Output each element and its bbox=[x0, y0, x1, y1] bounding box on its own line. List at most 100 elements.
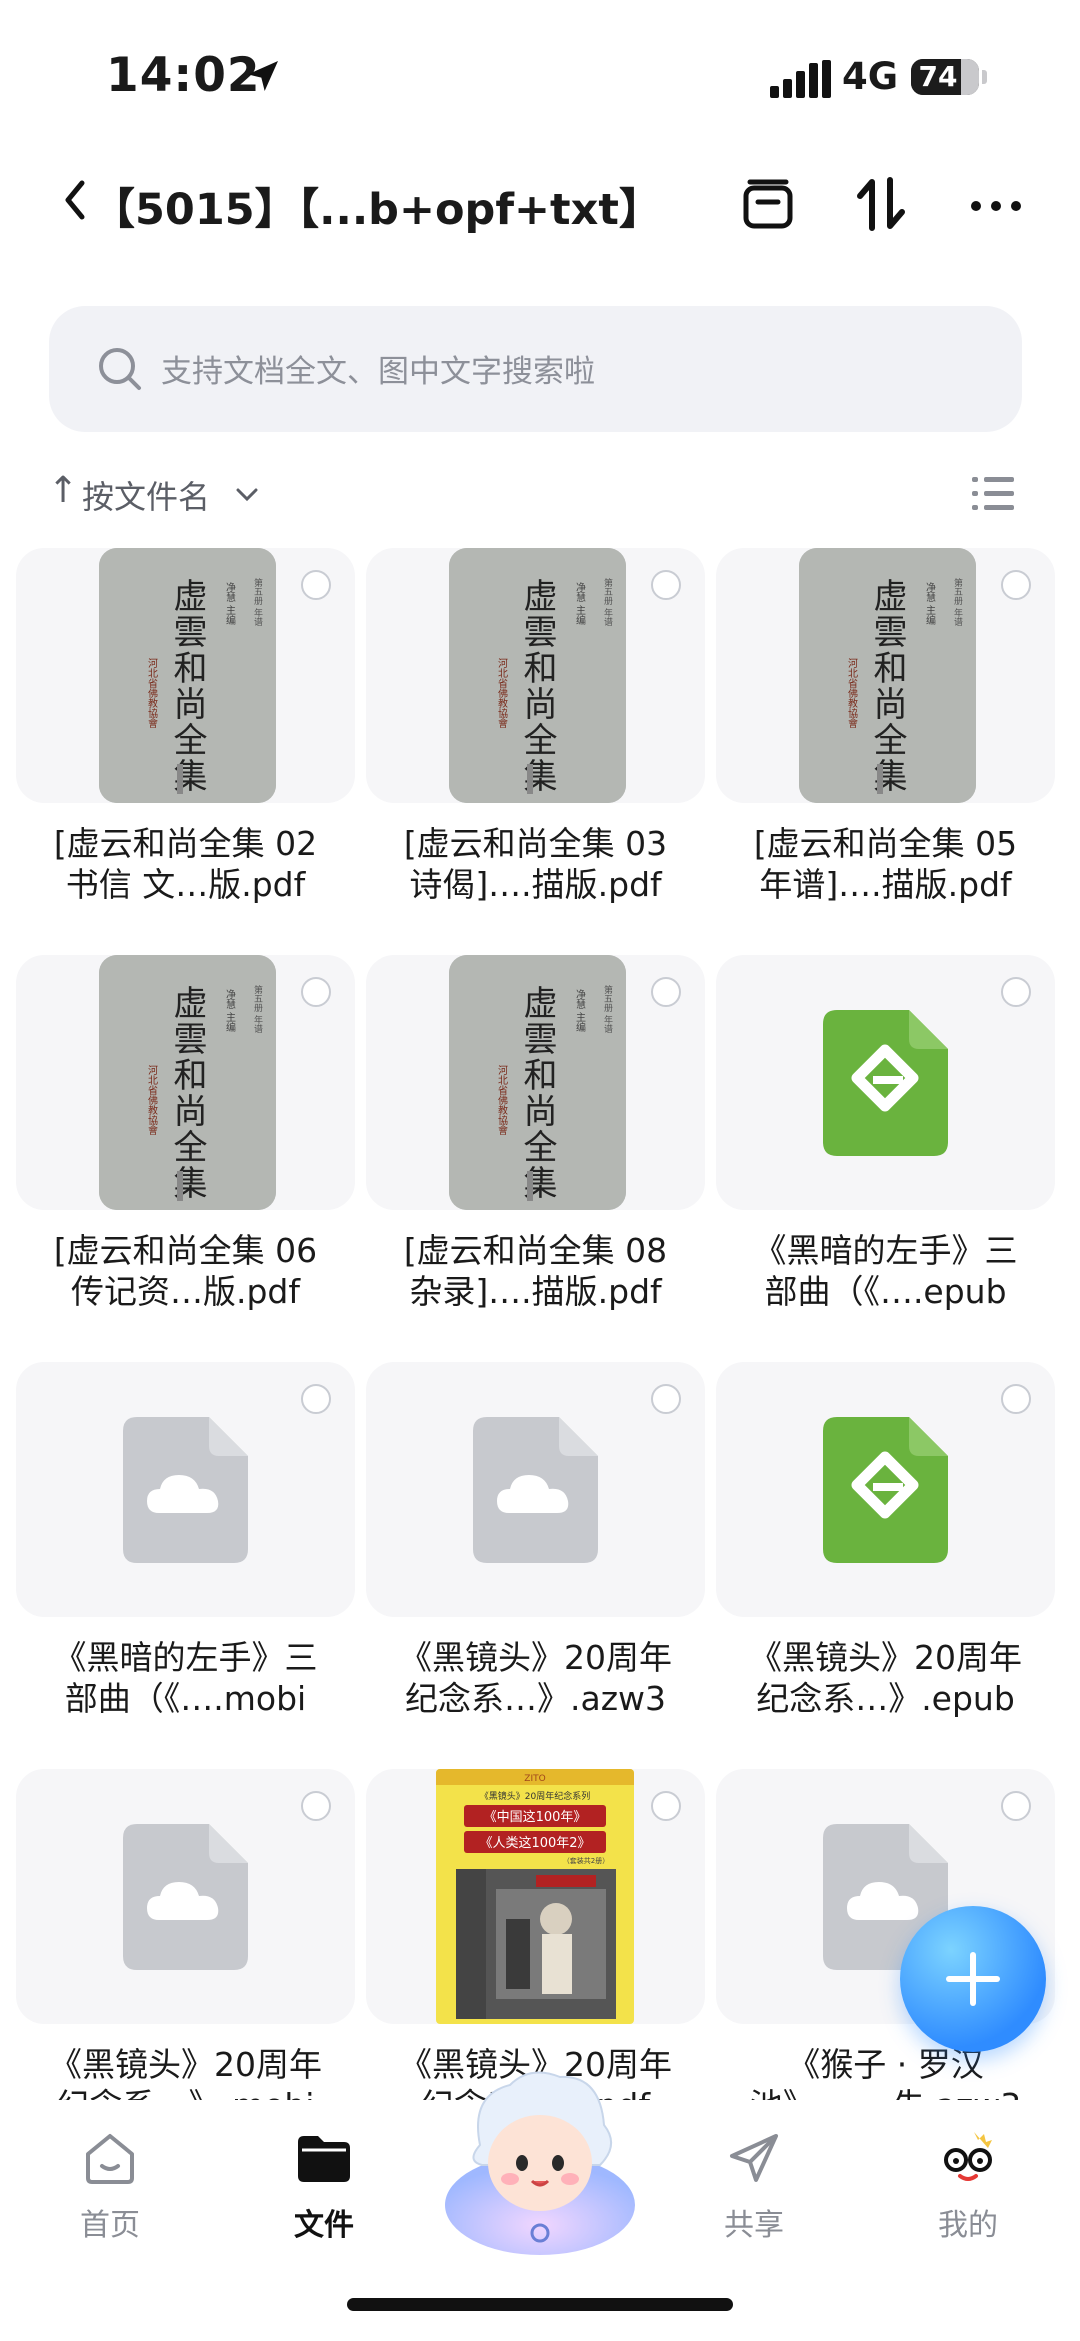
file-name-line: [虚云和尚全集 06 bbox=[53, 1231, 318, 1270]
svg-text:净慧 主编: 净慧 主编 bbox=[224, 581, 236, 626]
file-name: 《黑暗的左手》三 部曲（《….mobi bbox=[16, 1637, 355, 1719]
mascot-assistant-icon[interactable] bbox=[440, 2055, 640, 2255]
file-name-line: 《黑镜头》20周年 bbox=[749, 1638, 1022, 1677]
file-thumbnail: ZITO 《黑镜头》20周年纪念系列 《中国这100年》 《人类这100年2》 … bbox=[366, 1769, 705, 2024]
status-bar: 14:02 4G 74 bbox=[0, 0, 1080, 150]
page-title: 【5015】【...b+opf+txt】 bbox=[92, 185, 662, 235]
file-thumbnail: 第五册 年谱 虚雲和尚全集 净慧 主编 河北省佛教協會 bbox=[16, 955, 355, 1210]
file-name: [虚云和尚全集 05 年谱]….描版.pdf bbox=[716, 823, 1055, 905]
tab-home[interactable]: 首页 bbox=[40, 2100, 180, 2250]
svg-text:净慧 主编: 净慧 主编 bbox=[924, 581, 936, 626]
select-checkbox[interactable] bbox=[301, 977, 331, 1007]
file-name-line: 诗偈]….描版.pdf bbox=[409, 865, 662, 904]
archive-icon[interactable] bbox=[738, 174, 798, 234]
more-icon[interactable] bbox=[966, 174, 1026, 234]
status-time: 14:02 bbox=[106, 48, 261, 103]
select-checkbox[interactable] bbox=[301, 1384, 331, 1414]
folder-icon bbox=[298, 2136, 350, 2182]
plus-icon bbox=[946, 1952, 1000, 2006]
select-checkbox[interactable] bbox=[301, 570, 331, 600]
select-checkbox[interactable] bbox=[651, 570, 681, 600]
back-icon[interactable] bbox=[56, 175, 92, 225]
svg-text:第五册 年谱: 第五册 年谱 bbox=[602, 577, 613, 627]
file-thumbnail: 第五册 年谱 虚雲和尚全集 净慧 主编 河北省佛教協會 bbox=[16, 548, 355, 803]
search-input[interactable]: 支持文档全文、图中文字搜索啦 bbox=[49, 306, 1022, 432]
file-thumbnail: 第五册 年谱 虚雲和尚全集 净慧 主编 河北省佛教協會 bbox=[366, 548, 705, 803]
select-checkbox[interactable] bbox=[301, 1791, 331, 1821]
battery-icon: 74 bbox=[911, 59, 979, 95]
tab-label: 我的 bbox=[938, 2208, 998, 2243]
file-name-line: 《黑镜头》20周年 bbox=[399, 1638, 672, 1677]
svg-text:河北省佛教協會: 河北省佛教協會 bbox=[146, 658, 158, 728]
svg-text:净慧 主编: 净慧 主编 bbox=[574, 581, 586, 626]
book-cover-thumbnail: 第五册 年谱 虚雲和尚全集 净慧 主编 河北省佛教協會 bbox=[99, 955, 276, 1210]
file-name-line: 纪念系…》.azw3 bbox=[404, 1679, 667, 1718]
file-name-line: 年谱]….描版.pdf bbox=[759, 865, 1012, 904]
signal-icon bbox=[770, 60, 831, 98]
book-cover-thumbnail: 第五册 年谱 虚雲和尚全集 净慧 主编 河北省佛教協會 bbox=[99, 548, 276, 803]
file-name-line: 《猴子 · 罗汉 bbox=[787, 2045, 984, 2084]
file-name-line: 《黑暗的左手》三 bbox=[753, 1231, 1018, 1270]
cloud-doc-icon bbox=[123, 1824, 248, 1970]
file-name-line: 部曲（《….epub bbox=[764, 1272, 1007, 1311]
tab-label: 共享 bbox=[724, 2208, 784, 2243]
battery-level: 74 bbox=[918, 60, 958, 93]
select-checkbox[interactable] bbox=[1001, 1384, 1031, 1414]
svg-text:《黑镜头》20周年纪念系列: 《黑镜头》20周年纪念系列 bbox=[480, 1790, 590, 1802]
file-name: [虚云和尚全集 02 书信 文…版.pdf bbox=[16, 823, 355, 905]
svg-text:第五册 年谱: 第五册 年谱 bbox=[252, 984, 263, 1034]
file-name: [虚云和尚全集 03 诗偈]….描版.pdf bbox=[366, 823, 705, 905]
select-checkbox[interactable] bbox=[651, 977, 681, 1007]
add-button[interactable] bbox=[900, 1906, 1046, 2052]
book-cover-thumbnail: 第五册 年谱 虚雲和尚全集 净慧 主编 河北省佛教協會 bbox=[799, 548, 976, 803]
select-checkbox[interactable] bbox=[1001, 1791, 1031, 1821]
sort-order-icon[interactable] bbox=[852, 174, 912, 234]
svg-text:河北省佛教協會: 河北省佛教協會 bbox=[496, 658, 508, 728]
file-thumbnail bbox=[716, 955, 1055, 1210]
select-checkbox[interactable] bbox=[1001, 570, 1031, 600]
sort-direction-icon: ↑ bbox=[48, 470, 79, 511]
select-checkbox[interactable] bbox=[651, 1384, 681, 1414]
select-checkbox[interactable] bbox=[1001, 977, 1031, 1007]
home-icon bbox=[86, 2134, 134, 2184]
location-arrow-icon bbox=[248, 61, 278, 91]
file-name: 《黑镜头》20周年 纪念系…》.azw3 bbox=[366, 1637, 705, 1719]
file-thumbnail bbox=[16, 1362, 355, 1617]
svg-text:虚雲和尚全集: 虚雲和尚全集 bbox=[517, 985, 557, 1201]
tab-share[interactable]: 共享 bbox=[684, 2100, 824, 2250]
epub-icon bbox=[823, 1010, 948, 1156]
file-name: [虚云和尚全集 06 传记资…版.pdf bbox=[16, 1230, 355, 1312]
select-checkbox[interactable] bbox=[651, 1791, 681, 1821]
tab-profile[interactable]: 我的 bbox=[898, 2100, 1038, 2250]
svg-text:《人类这100年2》: 《人类这100年2》 bbox=[479, 1835, 590, 1851]
network-type: 4G bbox=[842, 55, 899, 98]
file-thumbnail: 第五册 年谱 虚雲和尚全集 净慧 主编 河北省佛教協會 bbox=[716, 548, 1055, 803]
file-name-line: [虚云和尚全集 08 bbox=[403, 1231, 668, 1270]
svg-text:虚雲和尚全集: 虚雲和尚全集 bbox=[867, 578, 907, 794]
file-name: 《黑暗的左手》三 部曲（《….epub bbox=[716, 1230, 1055, 1312]
svg-text:（套装共2册）: （套装共2册） bbox=[563, 1856, 609, 1865]
file-name-line: [虚云和尚全集 03 bbox=[403, 824, 668, 863]
share-icon bbox=[730, 2134, 778, 2182]
epub-icon bbox=[823, 1417, 948, 1563]
svg-text:第五册 年谱: 第五册 年谱 bbox=[252, 577, 263, 627]
file-name-line: 纪念系…》.epub bbox=[756, 1679, 1015, 1718]
file-name: 《黑镜头》20周年 纪念系…》.epub bbox=[716, 1637, 1055, 1719]
list-view-icon[interactable] bbox=[970, 471, 1016, 517]
svg-text:《中国这100年》: 《中国这100年》 bbox=[484, 1809, 587, 1825]
file-name: [虚云和尚全集 08 杂录]….描版.pdf bbox=[366, 1230, 705, 1312]
svg-text:第五册 年谱: 第五册 年谱 bbox=[602, 984, 613, 1034]
file-name-line: 部曲（《….mobi bbox=[64, 1679, 307, 1718]
file-name-line: 《黑镜头》20周年 bbox=[49, 2045, 322, 2084]
home-indicator bbox=[347, 2298, 733, 2311]
svg-text:虚雲和尚全集: 虚雲和尚全集 bbox=[167, 985, 207, 1201]
svg-text:净慧 主编: 净慧 主编 bbox=[574, 988, 586, 1033]
tab-label: 首页 bbox=[80, 2208, 140, 2243]
svg-text:河北省佛教協會: 河北省佛教協會 bbox=[496, 1065, 508, 1135]
tab-files[interactable]: 文件 bbox=[254, 2100, 394, 2250]
search-icon bbox=[99, 348, 141, 390]
book-cover-thumbnail: 第五册 年谱 虚雲和尚全集 净慧 主编 河北省佛教協會 bbox=[449, 955, 626, 1210]
file-name-line: 传记资…版.pdf bbox=[70, 1272, 300, 1311]
file-thumbnail bbox=[716, 1362, 1055, 1617]
chevron-down-icon bbox=[236, 488, 258, 502]
